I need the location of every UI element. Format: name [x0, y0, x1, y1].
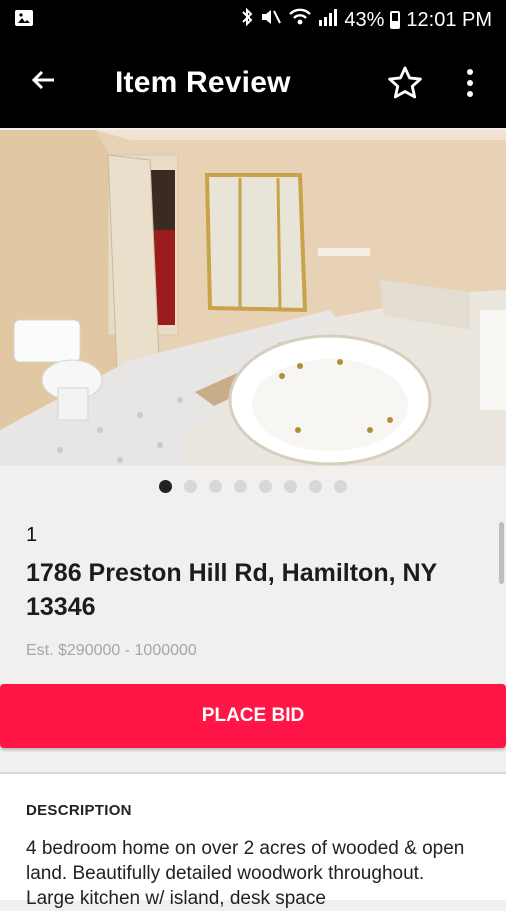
place-bid-button[interactable]: PLACE BID [0, 684, 506, 748]
price-estimate: Est. $290000 - 1000000 [26, 642, 197, 659]
back-arrow-icon[interactable] [28, 64, 64, 100]
gallery-dot[interactable] [334, 480, 347, 493]
page-title: Item Review [115, 66, 291, 99]
signal-icon [318, 7, 338, 33]
clock: 12:01 PM [406, 8, 492, 31]
description-section: DESCRIPTION 4 bedroom home on over 2 acr… [0, 774, 506, 909]
status-bar: 43% 12:01 PM [0, 0, 506, 36]
wifi-icon [288, 7, 312, 33]
property-address: 1786 Preston Hill Rd, Hamilton, NY 13346 [26, 559, 437, 621]
gallery-dot[interactable] [284, 480, 297, 493]
mute-icon [260, 7, 282, 33]
listing-photo[interactable] [0, 130, 506, 466]
description-heading: DESCRIPTION [26, 802, 132, 819]
bluetooth-icon [240, 7, 254, 33]
gallery-dot[interactable] [209, 480, 222, 493]
image-notification-icon [14, 8, 34, 34]
gallery-dot[interactable] [309, 480, 322, 493]
gallery-dot[interactable] [259, 480, 272, 493]
gallery-dot[interactable] [184, 480, 197, 493]
gallery-pagination [0, 480, 506, 496]
battery-percent: 43% [344, 8, 385, 31]
battery-icon [390, 11, 401, 29]
app-bar: Item Review [0, 36, 506, 128]
gallery-dot[interactable] [234, 480, 247, 493]
gallery-dot[interactable] [159, 480, 172, 493]
more-vert-icon[interactable] [458, 64, 482, 102]
star-outline-icon[interactable] [386, 64, 424, 102]
lot-number: 1 [26, 524, 38, 546]
scrollbar-thumb[interactable] [499, 522, 504, 584]
